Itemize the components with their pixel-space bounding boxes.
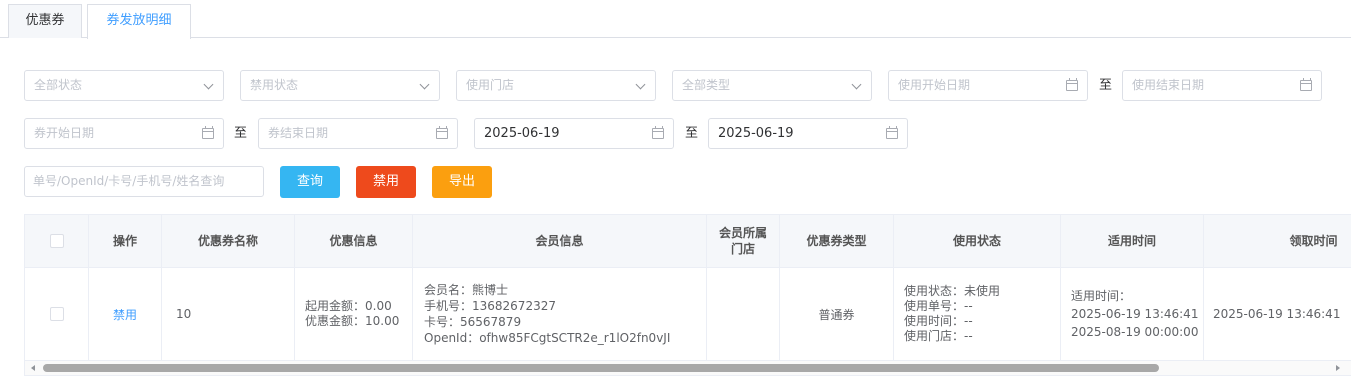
column-header-received-time: 领取时间 — [1204, 215, 1351, 267]
row-discount-min-amount: 起用金额：0.00 — [305, 299, 392, 313]
use-start-date-placeholder: 使用开始日期 — [898, 78, 971, 92]
range-separator: 至 — [1099, 78, 1113, 93]
row-use-order-no: 使用单号：-- — [904, 299, 973, 313]
tab-coupon[interactable]: 优惠券 — [8, 4, 82, 38]
column-header-member-store-line2: 门店 — [730, 242, 755, 256]
query-button[interactable]: 查询 — [280, 166, 340, 198]
row-valid-time-label: 适用时间： — [1071, 289, 1132, 303]
horizontal-scrollbar[interactable] — [25, 360, 1351, 375]
row-checkbox[interactable] — [49, 307, 64, 321]
calendar-icon — [652, 126, 664, 139]
range-separator: 至 — [685, 126, 699, 141]
table-header: 操作 优惠券名称 优惠信息 会员信息 会员所属 门店 优惠券类型 使用状态 适用… — [25, 215, 1351, 268]
use-end-date-picker[interactable]: 使用结束日期 — [1122, 70, 1322, 101]
coupon-end-date-picker[interactable]: 券结束日期 — [258, 118, 458, 149]
column-header-use-status: 使用状态 — [894, 215, 1061, 267]
row-coupon-type: 普通券 — [780, 268, 894, 360]
row-valid-time-end: 2025-08-19 00:00:00 — [1071, 325, 1199, 339]
column-header-discount: 优惠信息 — [295, 215, 413, 267]
column-header-member-store-line1: 会员所属 — [718, 226, 767, 240]
row-member-phone: 手机号：13682672327 — [424, 299, 556, 313]
row-member-openid: OpenId：ofhw85FCgtSCTR2e_r1lO2fn0vJI — [424, 331, 671, 345]
issue-end-date-value: 2025-06-19 — [718, 126, 794, 141]
issue-end-date-picker[interactable]: 2025-06-19 — [708, 118, 908, 149]
table-row: 禁用 10 起用金额：0.00 优惠金额：10.00 会员名：熊博士 手机号：1… — [25, 268, 1351, 360]
header-select-all-cell — [25, 215, 89, 267]
row-select-cell — [25, 268, 89, 360]
disable-status-select-value: 禁用状态 — [250, 78, 299, 92]
store-select-value: 使用门店 — [466, 78, 515, 92]
chevron-down-icon — [635, 79, 646, 90]
range-separator: 至 — [234, 126, 248, 141]
use-end-date-placeholder: 使用结束日期 — [1132, 78, 1205, 92]
calendar-icon — [436, 126, 448, 139]
column-header-coupon-name: 优惠券名称 — [162, 215, 295, 267]
disable-status-select[interactable]: 禁用状态 — [240, 70, 440, 101]
row-discount-amount: 优惠金额：10.00 — [305, 314, 400, 328]
row-disable-link[interactable]: 禁用 — [113, 306, 137, 323]
column-header-member-store: 会员所属 门店 — [707, 215, 780, 267]
row-member-cell: 会员名：熊博士 手机号：13682672327 卡号：56567879 Open… — [413, 268, 707, 360]
scrollbar-thumb[interactable] — [43, 364, 1159, 372]
tab-bar: 优惠券 券发放明细 — [0, 0, 1351, 39]
coupon-start-date-placeholder: 券开始日期 — [34, 126, 95, 140]
coupon-end-date-placeholder: 券结束日期 — [268, 126, 329, 140]
scroll-right-arrow-icon[interactable] — [1336, 365, 1340, 371]
issue-start-date-value: 2025-06-19 — [484, 126, 560, 141]
row-member-name: 会员名：熊博士 — [424, 283, 509, 297]
calendar-icon — [1066, 78, 1078, 91]
coupon-start-date-picker[interactable]: 券开始日期 — [24, 118, 224, 149]
row-valid-time-cell: 适用时间： 2025-06-19 13:46:41 2025-08-19 00:… — [1061, 268, 1204, 360]
row-use-store: 使用门店：-- — [904, 329, 973, 343]
calendar-icon — [886, 126, 898, 139]
row-use-status-cell: 使用状态：未使用 使用单号：-- 使用时间：-- 使用门店：-- — [894, 268, 1061, 360]
row-use-time: 使用时间：-- — [904, 314, 973, 328]
chevron-down-icon — [203, 79, 214, 90]
calendar-icon — [202, 126, 214, 139]
use-start-date-picker[interactable]: 使用开始日期 — [888, 70, 1088, 101]
search-input-placeholder: 单号/OpenId/卡号/手机号/姓名查询 — [33, 174, 225, 188]
row-member-store — [707, 268, 780, 360]
column-header-coupon-type: 优惠券类型 — [780, 215, 894, 267]
column-header-valid-time: 适用时间 — [1061, 215, 1204, 267]
search-input[interactable]: 单号/OpenId/卡号/手机号/姓名查询 — [24, 166, 264, 197]
calendar-icon — [1300, 78, 1312, 91]
scroll-left-arrow-icon[interactable] — [31, 365, 35, 371]
issue-start-date-picker[interactable]: 2025-06-19 — [474, 118, 674, 149]
chevron-down-icon — [851, 79, 862, 90]
store-select[interactable]: 使用门店 — [456, 70, 656, 101]
export-button[interactable]: 导出 — [432, 166, 492, 198]
row-received-time: 2025-06-19 13:46:41 — [1204, 268, 1351, 360]
type-select[interactable]: 全部类型 — [672, 70, 872, 101]
status-select[interactable]: 全部状态 — [24, 70, 224, 101]
tab-coupon-issue-detail[interactable]: 券发放明细 — [87, 4, 191, 39]
column-header-member: 会员信息 — [413, 215, 707, 267]
disable-button[interactable]: 禁用 — [356, 166, 416, 198]
row-coupon-name: 10 — [162, 268, 295, 360]
row-action-cell: 禁用 — [89, 268, 162, 360]
chevron-down-icon — [419, 79, 430, 90]
status-select-value: 全部状态 — [34, 78, 83, 92]
column-header-action: 操作 — [89, 215, 162, 267]
row-valid-time-start: 2025-06-19 13:46:41 — [1071, 307, 1199, 321]
row-use-status: 使用状态：未使用 — [904, 284, 1001, 298]
select-all-checkbox[interactable] — [49, 234, 64, 248]
row-discount-cell: 起用金额：0.00 优惠金额：10.00 — [295, 268, 413, 360]
row-member-card: 卡号：56567879 — [424, 315, 522, 329]
type-select-value: 全部类型 — [682, 78, 731, 92]
coupon-issue-table: 操作 优惠券名称 优惠信息 会员信息 会员所属 门店 优惠券类型 使用状态 适用… — [24, 214, 1351, 376]
